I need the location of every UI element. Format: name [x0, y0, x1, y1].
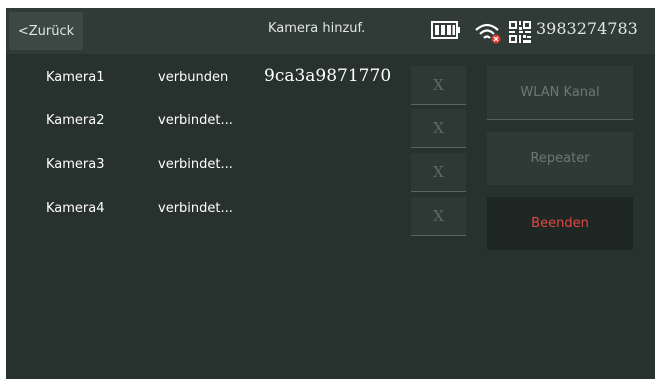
camera-status: verbindet... [158, 113, 233, 128]
camera-name: Kamera1 [46, 70, 105, 85]
wifi-icon [475, 23, 501, 44]
remove-camera-button[interactable]: X [411, 197, 466, 236]
back-button[interactable]: <Zurück [9, 12, 83, 50]
remove-camera-button[interactable]: X [411, 153, 466, 192]
remove-camera-button[interactable]: X [411, 66, 466, 105]
camera-row: Kamera2 verbindet... [6, 103, 426, 143]
camera-status: verbindet... [158, 157, 233, 172]
camera-name: Kamera2 [46, 113, 105, 128]
camera-uid: 9ca3a9871770 [264, 66, 392, 86]
camera-name: Kamera3 [46, 157, 105, 172]
exit-button[interactable]: Beenden [487, 197, 633, 250]
remove-camera-button[interactable]: X [411, 109, 466, 148]
qr-code-icon [509, 21, 531, 43]
screen: <Zurück Kamera hinzuf. 3983274783 Kamera… [6, 8, 655, 379]
camera-row: Kamera4 verbindet... [6, 191, 426, 231]
camera-status: verbindet... [158, 201, 233, 216]
repeater-button[interactable]: Repeater [487, 132, 633, 185]
camera-row: Kamera1 verbunden 9ca3a9871770 [6, 60, 426, 100]
camera-row: Kamera3 verbindet... [6, 147, 426, 187]
camera-status: verbunden [158, 70, 229, 85]
device-id: 3983274783 [536, 19, 638, 38]
wlan-channel-button[interactable]: WLAN Kanal [487, 66, 633, 120]
camera-name: Kamera4 [46, 201, 105, 216]
battery-icon [431, 21, 460, 39]
top-bar: <Zurück Kamera hinzuf. 3983274783 [6, 8, 655, 54]
page-title: Kamera hinzuf. [268, 21, 366, 36]
